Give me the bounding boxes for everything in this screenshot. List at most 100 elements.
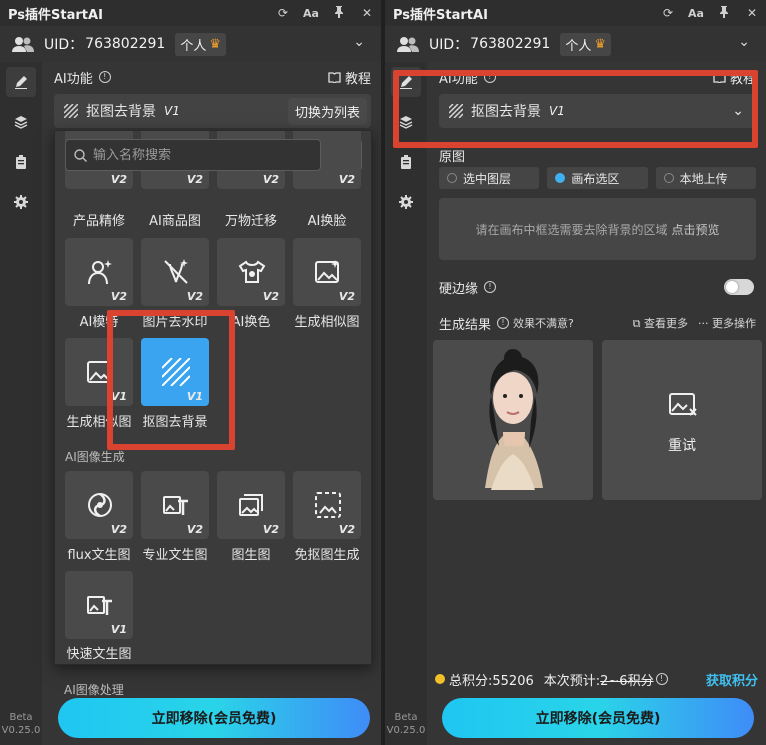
- estimate-label: 本次预计:: [543, 673, 601, 689]
- tile-version: V2: [110, 290, 127, 303]
- users-icon: [12, 37, 34, 52]
- account-bar[interactable]: UID： 763802291 个人 ♛ ⌄: [385, 26, 766, 62]
- hard-edge-toggle[interactable]: [724, 279, 754, 295]
- version-info: Beta V0.25.0: [385, 711, 427, 737]
- pin-icon[interactable]: [325, 5, 353, 21]
- tile-ai-recolor[interactable]: V2: [217, 238, 285, 306]
- preview-link[interactable]: 点击预览: [672, 221, 720, 238]
- person-sparkle-icon: [88, 260, 112, 285]
- sidebar-item-clipboard[interactable]: [385, 142, 427, 182]
- uid-value: 763802291: [85, 36, 166, 52]
- switch-to-list-button[interactable]: 切换为列表: [287, 97, 367, 125]
- tile-cutout-free-generation[interactable]: V2: [293, 471, 361, 539]
- tile-remove-watermark[interactable]: V2: [141, 238, 209, 306]
- group-title-generate: AI图像生成: [65, 450, 125, 464]
- ai-function-label: AI功能: [54, 71, 93, 87]
- close-icon[interactable]: ✕: [353, 6, 381, 20]
- chevron-down-icon[interactable]: ⌄: [353, 34, 365, 50]
- tile-version: V2: [338, 290, 355, 303]
- retry-label: 重试: [668, 438, 696, 454]
- users-icon: [397, 37, 419, 52]
- close-icon[interactable]: ✕: [738, 6, 766, 20]
- info-icon[interactable]: !: [98, 71, 111, 83]
- results-header: 生成结果 ! 效果不满意? ⧉ 查看更多 ··· 更多操作: [439, 312, 756, 334]
- remove-now-button[interactable]: 立即移除(会员免费): [58, 698, 370, 738]
- sidebar-item-settings[interactable]: [0, 182, 42, 222]
- version-badge: V1: [164, 104, 180, 118]
- radio-label: 画布选区: [571, 171, 620, 186]
- tutorial-label: 教程: [344, 71, 371, 87]
- retry-card[interactable]: 重试: [602, 340, 762, 500]
- tile-image-to-image[interactable]: V2: [217, 471, 285, 539]
- font-size-icon[interactable]: Aa: [682, 7, 710, 20]
- pin-icon[interactable]: [710, 5, 738, 21]
- more-actions-link[interactable]: ··· 更多操作: [698, 315, 756, 331]
- remove-now-button[interactable]: 立即移除(会员免费): [442, 698, 754, 738]
- refresh-icon[interactable]: ⟳: [269, 6, 297, 20]
- app-title: Ps插件StartAI: [393, 7, 488, 23]
- gear-icon: [14, 195, 28, 209]
- tutorial-link[interactable]: 教程: [328, 68, 371, 87]
- tile-version: V2: [186, 523, 203, 536]
- tile-label: 图生图: [231, 548, 271, 563]
- image-text-icon: [87, 596, 112, 615]
- sidebar-item-clipboard[interactable]: [0, 142, 42, 182]
- image-error-icon: [669, 393, 697, 416]
- tile-flux-text-to-image[interactable]: V2: [65, 471, 133, 539]
- tile-label: 免抠图生成: [294, 548, 360, 563]
- account-bar[interactable]: UID： 763802291 个人 ♛ ⌄: [0, 26, 381, 62]
- version-number: V0.25.0: [386, 725, 426, 736]
- tile-version: V2: [110, 173, 127, 186]
- not-satisfied-link[interactable]: 效果不满意?: [513, 315, 574, 331]
- tile-version: V2: [338, 523, 355, 536]
- title-bar: Ps插件StartAI ⟳ Aa ✕: [385, 0, 766, 26]
- version-info: Beta V0.25.0: [0, 711, 42, 737]
- search-input[interactable]: [93, 147, 293, 163]
- pen-icon: [15, 76, 27, 89]
- radio-canvas-selection[interactable]: 画布选区: [547, 167, 648, 189]
- account-type-label: 个人: [565, 38, 592, 54]
- hard-edge-row: 硬边缘 !: [439, 274, 756, 300]
- earn-points-link[interactable]: 获取积分: [706, 670, 758, 689]
- right-plugin-panel: Ps插件StartAI ⟳ Aa ✕ UID： 763802291 个人 ♛ ⌄…: [385, 0, 766, 745]
- tile-version: V2: [186, 173, 203, 186]
- tile-quick-text-to-image[interactable]: V1: [65, 571, 133, 639]
- font-size-icon[interactable]: Aa: [297, 7, 325, 20]
- version-tag: Beta: [394, 712, 418, 723]
- main-content: AI功能 ! 教程 抠图去背景 V1 ⌄ 原图 选中图层 画布选区 本地上传 请…: [427, 62, 766, 745]
- info-icon[interactable]: !: [497, 317, 510, 329]
- sidebar-item-settings[interactable]: [385, 182, 427, 222]
- search-icon: [74, 148, 87, 162]
- radio-icon: [447, 173, 457, 183]
- search-box-overlay[interactable]: [65, 139, 321, 171]
- sidebar-item-edit[interactable]: [0, 62, 42, 102]
- result-image-card[interactable]: [433, 340, 593, 500]
- tile-label: 专业文生图: [142, 548, 208, 563]
- radio-icon: [663, 173, 674, 183]
- sidebar-item-layers[interactable]: [0, 102, 42, 142]
- tile-pro-text-to-image[interactable]: V2: [141, 471, 209, 539]
- more-actions-label: 更多操作: [712, 317, 756, 330]
- tile-version: V2: [338, 173, 355, 186]
- crown-icon: ♛: [594, 36, 606, 52]
- sidebar: Beta V0.25.0: [0, 62, 42, 745]
- info-icon[interactable]: !: [484, 281, 497, 293]
- view-more-link[interactable]: ⧉ 查看更多: [633, 315, 688, 331]
- tile-ai-model[interactable]: V2: [65, 238, 133, 306]
- refresh-icon[interactable]: ⟳: [654, 6, 682, 20]
- feature-selector[interactable]: 抠图去背景 V1 切换为列表: [54, 94, 371, 128]
- radio-local-upload[interactable]: 本地上传: [655, 167, 756, 189]
- tile-label: AI商品图: [149, 214, 201, 229]
- tile-similar-image[interactable]: V2: [293, 238, 361, 306]
- chevron-down-icon[interactable]: ⌄: [738, 34, 750, 50]
- highlight-annotation: [107, 310, 235, 450]
- uid-label: UID：: [44, 37, 84, 53]
- layers-icon: [14, 116, 28, 129]
- highlight-annotation: [393, 70, 758, 148]
- version-tag: Beta: [9, 712, 33, 723]
- images-icon: [239, 494, 263, 516]
- info-icon[interactable]: !: [655, 673, 668, 685]
- radio-selected-layer[interactable]: 选中图层: [439, 167, 540, 189]
- group-title-process: AI图像处理: [64, 683, 124, 697]
- tile-label: 万物迁移: [224, 214, 277, 229]
